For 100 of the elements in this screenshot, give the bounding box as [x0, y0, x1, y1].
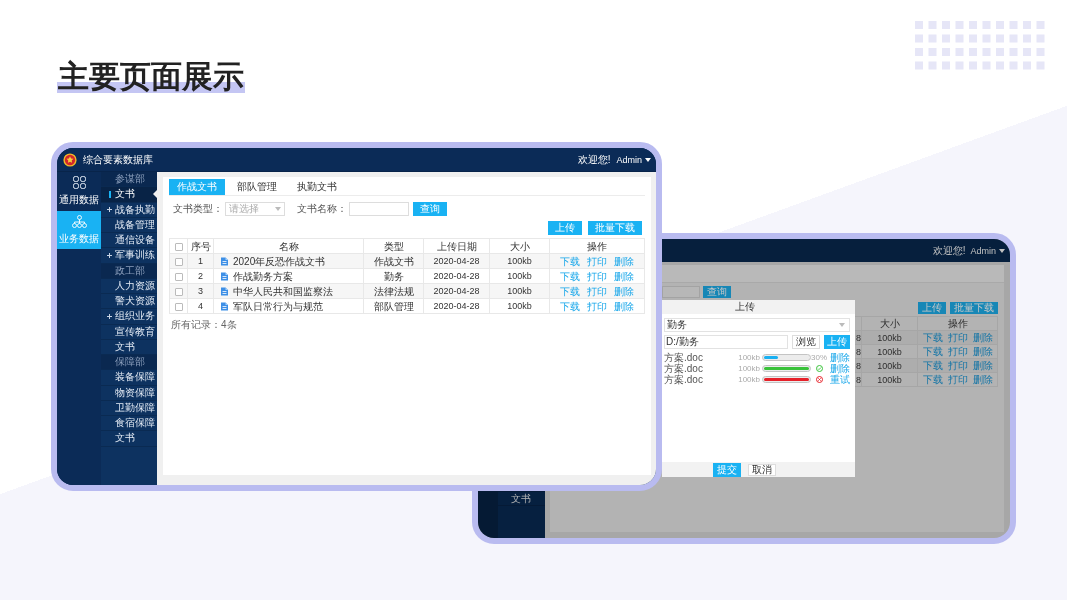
column-header: 大小 [489, 238, 550, 254]
emblem-icon [63, 152, 77, 167]
table-cell: 作战文书 [363, 253, 424, 269]
table-cell: 100kb [489, 283, 550, 299]
checkbox[interactable] [174, 242, 183, 251]
nav-rail-item[interactable]: 通用数据 [57, 174, 101, 208]
action-link[interactable]: 删除 [614, 284, 634, 298]
file-name: 方案.doc [664, 374, 704, 385]
caret-icon [999, 248, 1005, 253]
document-name: 作战勤务方案 [233, 269, 293, 283]
upload-button[interactable]: 上传 [824, 335, 850, 349]
action-link[interactable]: 删除 [614, 254, 634, 268]
menu-item[interactable]: 文书 [101, 187, 157, 203]
column-header: 类型 [363, 238, 424, 254]
dialog-title: 上传 [734, 300, 755, 314]
menu-group-label: 保障部 [101, 355, 157, 371]
app-title: 综合要素数据库 [83, 152, 153, 167]
menu-group-label: 参谋部 [101, 172, 157, 188]
column-header: 序号 [187, 238, 214, 254]
column-header: 名称 [213, 238, 364, 254]
table-cell: 3 [187, 283, 214, 299]
table-cell: 100kb [861, 358, 918, 373]
record-count: 所有记录：4条 [170, 318, 237, 332]
table-cell: 100kb [861, 344, 918, 359]
action-link[interactable]: 打印 [947, 345, 968, 358]
checkbox[interactable] [174, 272, 183, 281]
type-dropdown[interactable]: 请选择 [225, 202, 285, 216]
tab[interactable]: 作战文书 [169, 179, 225, 195]
table-cell: 100kb [489, 268, 550, 284]
action-link[interactable]: 删除 [972, 331, 993, 344]
action-link[interactable]: 打印 [947, 359, 968, 372]
table-cell: 2020-04-28 [423, 268, 490, 284]
submit-button[interactable]: 提交 [713, 462, 741, 477]
document-icon [220, 301, 229, 311]
table-cell: 1 [187, 253, 214, 269]
action-link[interactable]: 删除 [614, 269, 634, 283]
action-link[interactable]: 下载 [922, 331, 943, 344]
cancel-button[interactable]: 取消 [748, 463, 776, 476]
column-header: 操作 [917, 316, 998, 331]
table-cell: 2020-04-28 [423, 283, 490, 299]
action-link[interactable]: 打印 [947, 331, 968, 344]
percent-text: 30% [811, 353, 827, 362]
document-icon [220, 286, 229, 296]
query-button[interactable]: 查询 [703, 286, 731, 298]
name-input[interactable] [349, 202, 409, 216]
document-icon [220, 271, 229, 281]
document-name: 2020年反恐作战文书 [233, 254, 326, 268]
checkbox[interactable] [174, 287, 183, 296]
input-field[interactable] [662, 286, 700, 298]
file-action-link[interactable]: 删除 [830, 352, 850, 363]
table-cell: 2020-04-28 [423, 298, 490, 314]
plus-icon [107, 313, 112, 319]
query-button[interactable]: 查询 [413, 202, 447, 216]
tab[interactable]: 执勤文书 [289, 179, 345, 195]
tab[interactable]: 部队管理 [229, 179, 285, 195]
user-menu[interactable]: Admin [970, 243, 1005, 258]
action-link[interactable]: 删除 [972, 359, 993, 372]
table-cell: 法律法规 [363, 283, 424, 299]
field-label: 文书名称： [297, 202, 347, 216]
document-name: 中华人民共和国监察法 [233, 284, 333, 298]
upload-button[interactable]: 上传 [548, 221, 582, 235]
caret-icon [645, 157, 651, 162]
file-action-link[interactable]: 删除 [830, 363, 850, 374]
action-link[interactable]: 下载 [560, 299, 580, 313]
table-cell: 100kb [861, 330, 918, 345]
action-link[interactable]: 删除 [972, 373, 993, 386]
action-link[interactable]: 下载 [560, 269, 580, 283]
file-name: 方案.doc [664, 352, 704, 363]
table-cell: 勤务 [363, 268, 424, 284]
browse-button[interactable]: 浏览 [792, 335, 820, 349]
action-link[interactable]: 下载 [922, 373, 943, 386]
action-link[interactable]: 打印 [947, 373, 968, 386]
checkbox[interactable] [174, 302, 183, 311]
action-link[interactable]: 下载 [560, 284, 580, 298]
table-cell: 2020-04-28 [423, 253, 490, 269]
file-action-link[interactable]: 重试 [830, 374, 850, 385]
action-link[interactable]: 删除 [614, 299, 634, 313]
action-link[interactable]: 删除 [972, 345, 993, 358]
action-link[interactable]: 下载 [922, 359, 943, 372]
batch-download-button[interactable]: 批量下载 [950, 302, 998, 314]
caret-icon [275, 207, 281, 211]
file-size: 100kb [738, 375, 760, 384]
action-link[interactable]: 打印 [587, 269, 607, 283]
table-cell: 100kb [489, 253, 550, 269]
user-menu[interactable]: Admin [616, 152, 651, 167]
nav-rail-item[interactable]: 业务数据 [57, 211, 101, 249]
hierarchy-icon [71, 214, 87, 228]
document-icon [220, 256, 229, 266]
path-input[interactable]: D:/勤务 [664, 335, 788, 349]
action-link[interactable]: 打印 [587, 284, 607, 298]
type-dropdown[interactable]: 勤务 [664, 318, 850, 332]
checkbox[interactable] [174, 257, 183, 266]
table-cell: 4 [187, 298, 214, 314]
action-link[interactable]: 打印 [587, 299, 607, 313]
batch-download-button[interactable]: 批量下载 [588, 221, 642, 235]
action-link[interactable]: 下载 [922, 345, 943, 358]
action-link[interactable]: 下载 [560, 254, 580, 268]
action-link[interactable]: 打印 [587, 254, 607, 268]
grid-icon [72, 175, 86, 189]
upload-button[interactable]: 上传 [918, 302, 946, 314]
